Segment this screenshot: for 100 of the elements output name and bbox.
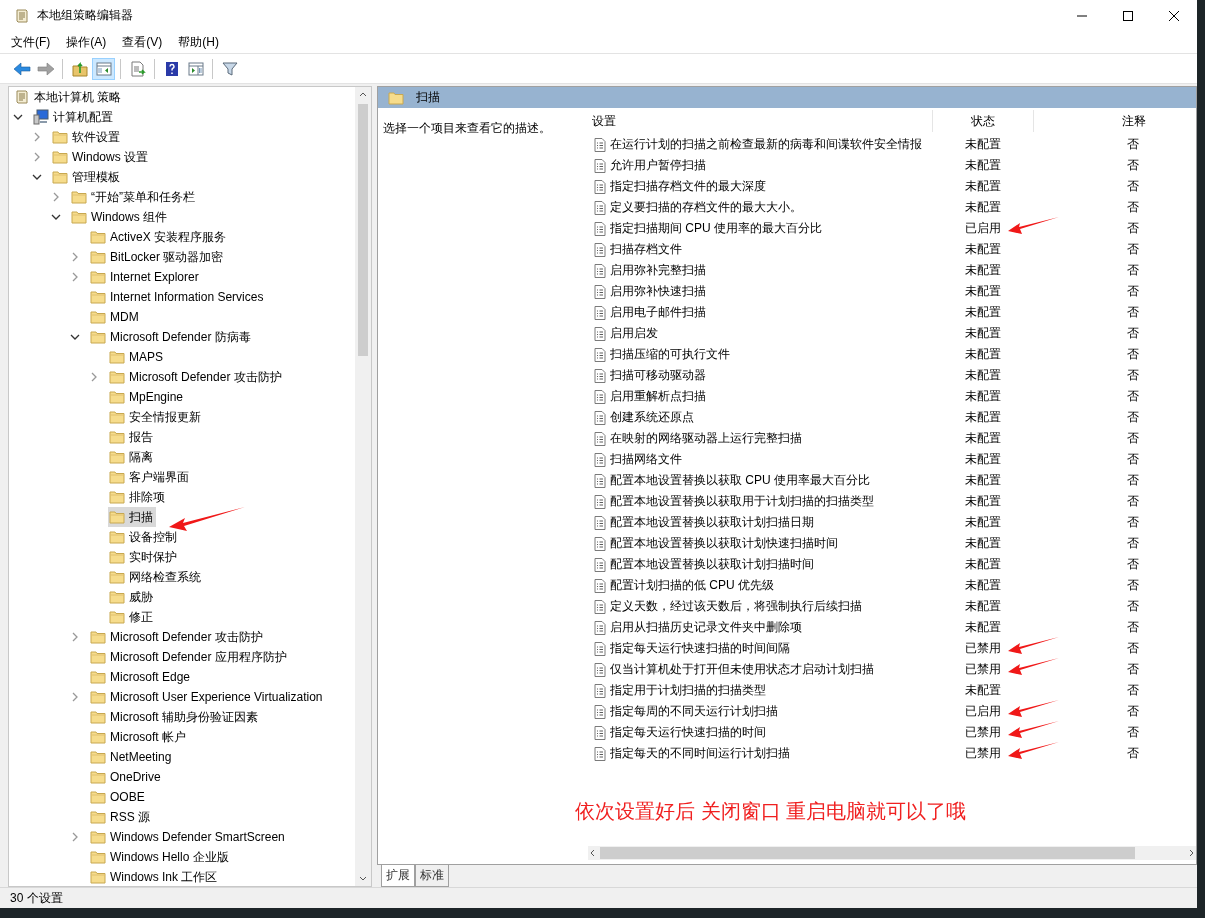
folder-icon[interactable]	[109, 569, 125, 585]
expand-chevron-icon[interactable]	[89, 372, 99, 382]
tree-item[interactable]: OOBE	[89, 787, 148, 807]
setting-name[interactable]: 指定每天运行快速扫描的时间间隔	[610, 640, 790, 657]
folder-icon[interactable]	[109, 449, 125, 465]
tree-item[interactable]: 安全情报更新	[108, 407, 204, 427]
expand-chevron-icon[interactable]	[51, 192, 61, 202]
setting-name[interactable]: 允许用户暂停扫描	[610, 157, 706, 174]
setting-name[interactable]: 创建系统还原点	[610, 409, 694, 426]
view-tab[interactable]: 扩展	[381, 865, 415, 887]
view-tab[interactable]: 标准	[415, 865, 449, 887]
tree-item[interactable]: 软件设置	[51, 127, 123, 147]
column-header[interactable]: 状态	[933, 110, 1034, 132]
setting-name[interactable]: 指定每天运行快速扫描的时间	[610, 724, 766, 741]
menu-item[interactable]: 查看(V)	[122, 33, 163, 51]
folder-icon[interactable]	[109, 369, 125, 385]
expand-chevron-icon[interactable]	[70, 252, 80, 262]
folder-icon[interactable]	[52, 149, 68, 165]
close-icon[interactable]	[1169, 10, 1179, 21]
tree-item[interactable]: Microsoft 辅助身份验证因素	[89, 707, 261, 727]
collapse-chevron-icon[interactable]	[51, 212, 61, 222]
scroll-thumb[interactable]	[358, 104, 368, 356]
setting-name[interactable]: 配置本地设置替换以获取计划扫描日期	[610, 514, 814, 531]
tree-item[interactable]: Microsoft User Experience Virtualization	[89, 687, 326, 707]
setting-name[interactable]: 配置本地设置替换以获取计划扫描时间	[610, 556, 814, 573]
tree-item[interactable]: “开始”菜单和任务栏	[70, 187, 198, 207]
collapse-chevron-icon[interactable]	[13, 112, 23, 122]
folder-icon[interactable]	[90, 669, 106, 685]
folder-icon[interactable]	[90, 769, 106, 785]
column-header[interactable]: 注释	[1034, 110, 1196, 132]
setting-name[interactable]: 指定每周的不同天运行计划扫描	[610, 703, 778, 720]
setting-name[interactable]: 指定扫描存档文件的最大深度	[610, 178, 766, 195]
folder-icon[interactable]	[109, 589, 125, 605]
folder-icon[interactable]	[90, 269, 106, 285]
folder-icon[interactable]	[90, 249, 106, 265]
setting-name[interactable]: 指定扫描期间 CPU 使用率的最大百分比	[610, 220, 822, 237]
folder-icon[interactable]	[90, 809, 106, 825]
tree-item[interactable]: Internet Explorer	[89, 267, 202, 287]
tree-item[interactable]: Windows Defender SmartScreen	[89, 827, 288, 847]
folder-icon[interactable]	[90, 309, 106, 325]
folder-icon[interactable]	[109, 549, 125, 565]
expand-chevron-icon[interactable]	[70, 272, 80, 282]
setting-name[interactable]: 指定用于计划扫描的扫描类型	[610, 682, 766, 699]
folder-icon[interactable]	[90, 629, 106, 645]
folder-icon[interactable]	[109, 609, 125, 625]
tree-item[interactable]: 客户端界面	[108, 467, 192, 487]
tree-item[interactable]: 管理模板	[51, 167, 123, 187]
collapse-chevron-icon[interactable]	[32, 172, 42, 182]
setting-name[interactable]: 配置计划扫描的低 CPU 优先级	[610, 577, 774, 594]
menu-item[interactable]: 帮助(H)	[178, 33, 219, 51]
setting-name[interactable]: 启用启发	[610, 325, 658, 342]
folder-icon[interactable]	[109, 429, 125, 445]
computer-icon[interactable]	[33, 109, 49, 125]
tree-item[interactable]: OneDrive	[89, 767, 164, 787]
folder-icon[interactable]	[109, 409, 125, 425]
tree-item[interactable]: 修正	[108, 607, 156, 627]
tree-item[interactable]: 报告	[108, 427, 156, 447]
folder-icon[interactable]	[90, 709, 106, 725]
folder-icon[interactable]	[90, 729, 106, 745]
tree-item[interactable]: Microsoft 帐户	[89, 727, 189, 747]
tree-item[interactable]: Windows 设置	[51, 147, 151, 167]
scroll-thumb[interactable]	[600, 847, 1135, 859]
expand-chevron-icon[interactable]	[70, 632, 80, 642]
tree-item[interactable]: 计算机配置	[32, 107, 116, 127]
setting-name[interactable]: 配置本地设置替换以获取 CPU 使用率最大百分比	[610, 472, 870, 489]
folder-icon[interactable]	[90, 329, 106, 345]
expand-chevron-icon[interactable]	[32, 132, 42, 142]
folder-icon[interactable]	[90, 789, 106, 805]
setting-name[interactable]: 仅当计算机处于打开但未使用状态才启动计划扫描	[610, 661, 874, 678]
tree-item[interactable]: MAPS	[108, 347, 166, 367]
folder-icon[interactable]	[90, 649, 106, 665]
folder-icon[interactable]	[90, 749, 106, 765]
setting-name[interactable]: 定义天数，经过该天数后，将强制执行后续扫描	[610, 598, 862, 615]
folder-icon[interactable]	[90, 869, 106, 885]
tree-item[interactable]: 实时保护	[108, 547, 180, 567]
folder-icon[interactable]	[71, 189, 87, 205]
tree-item[interactable]: 排除项	[108, 487, 168, 507]
folder-icon[interactable]	[109, 389, 125, 405]
tree-item[interactable]: 网络检查系统	[108, 567, 204, 587]
folder-icon[interactable]	[109, 489, 125, 505]
setting-name[interactable]: 扫描压缩的可执行文件	[610, 346, 730, 363]
setting-name[interactable]: 扫描可移动驱动器	[610, 367, 706, 384]
setting-name[interactable]: 定义要扫描的存档文件的最大大小。	[610, 199, 802, 216]
folder-icon[interactable]	[109, 469, 125, 485]
folder-icon[interactable]	[109, 349, 125, 365]
setting-name[interactable]: 配置本地设置替换以获取计划快速扫描时间	[610, 535, 838, 552]
tree-item[interactable]: 本地计算机 策略	[13, 87, 125, 107]
tree-item[interactable]: ActiveX 安装程序服务	[89, 227, 229, 247]
tree-item[interactable]: 隔离	[108, 447, 156, 467]
tree-item[interactable]: Microsoft Defender 防病毒	[89, 327, 254, 347]
setting-name[interactable]: 启用电子邮件扫描	[610, 304, 706, 321]
folder-icon[interactable]	[109, 529, 125, 545]
tree-item[interactable]: Windows Hello 企业版	[89, 847, 232, 867]
tree-item[interactable]: Microsoft Defender 攻击防护	[89, 627, 266, 647]
tree-item[interactable]: MpEngine	[108, 387, 187, 407]
maximize-icon[interactable]	[1123, 10, 1133, 21]
menu-item[interactable]: 操作(A)	[66, 33, 107, 51]
setting-name[interactable]: 在映射的网络驱动器上运行完整扫描	[610, 430, 802, 447]
collapse-chevron-icon[interactable]	[70, 332, 80, 342]
tree-item[interactable]: MDM	[89, 307, 142, 327]
